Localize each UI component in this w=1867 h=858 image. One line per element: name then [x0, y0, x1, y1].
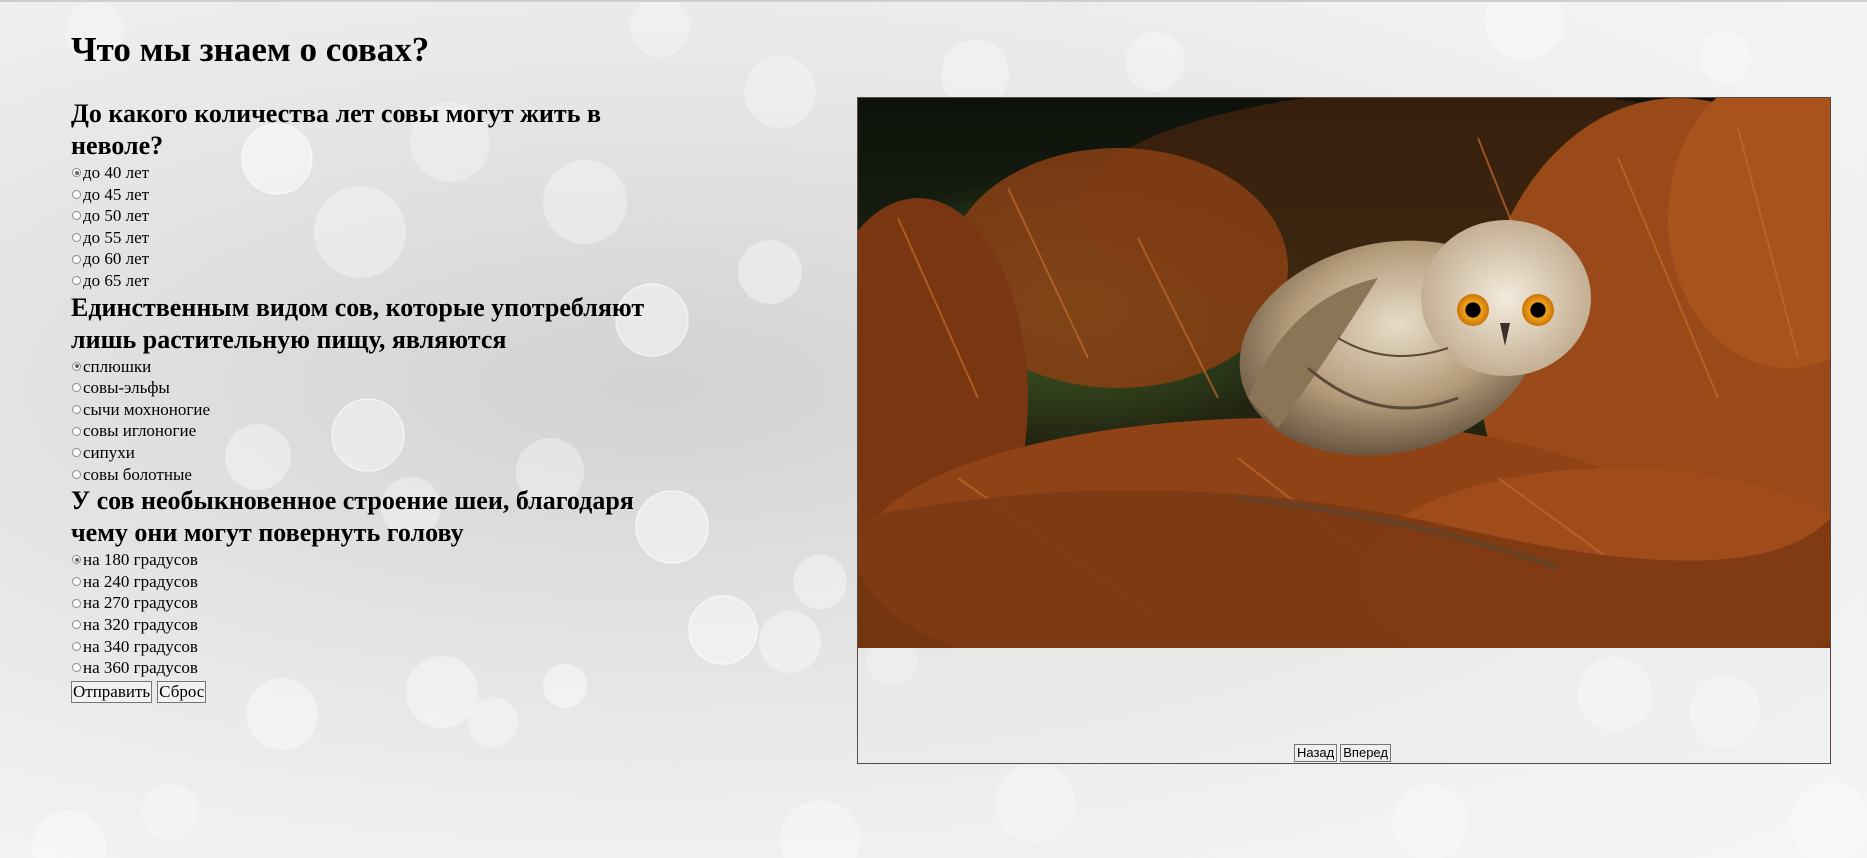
answer-option[interactable]: до 45 лет	[71, 184, 671, 206]
answer-label[interactable]: до 45 лет	[83, 184, 149, 206]
reset-button[interactable]: Сброс	[157, 680, 207, 703]
owl-photo	[858, 98, 1830, 648]
question-3-options: на 180 градусов на 240 градусов на 270 г…	[71, 549, 671, 679]
answer-label[interactable]: сычи мохноногие	[83, 399, 210, 421]
answer-option[interactable]: до 55 лет	[71, 227, 671, 249]
answer-option[interactable]: на 360 градусов	[71, 657, 671, 679]
answer-label[interactable]: на 270 градусов	[83, 592, 198, 614]
radio-button-selected[interactable]	[72, 361, 81, 371]
radio-button[interactable]	[72, 469, 81, 479]
radio-button[interactable]	[72, 211, 81, 221]
radio-button-selected[interactable]	[72, 555, 81, 565]
answer-label[interactable]: на 320 градусов	[83, 614, 198, 636]
answer-option[interactable]: на 180 градусов	[71, 549, 671, 571]
answer-label[interactable]: до 40 лет	[83, 162, 149, 184]
radio-button[interactable]	[72, 641, 81, 651]
answer-label[interactable]: до 60 лет	[83, 248, 149, 270]
radio-button[interactable]	[72, 448, 81, 458]
answer-label[interactable]: на 180 градусов	[83, 549, 198, 571]
answer-label[interactable]: сипухи	[83, 442, 135, 464]
question-2-options: сплюшки совы-эльфы сычи мохноногие совы …	[71, 356, 671, 486]
radio-button[interactable]	[72, 577, 81, 587]
radio-button[interactable]	[72, 254, 81, 264]
answer-label[interactable]: на 360 градусов	[83, 657, 198, 679]
radio-button[interactable]	[72, 663, 81, 673]
answer-option[interactable]: до 50 лет	[71, 205, 671, 227]
answer-option[interactable]: совы-эльфы	[71, 377, 671, 399]
answer-label[interactable]: до 55 лет	[83, 227, 149, 249]
question-1-options: до 40 лет до 45 лет до 50 лет до 55 лет …	[71, 162, 671, 292]
answer-option[interactable]: на 320 градусов	[71, 614, 671, 636]
answer-option[interactable]: сплюшки	[71, 356, 671, 378]
answer-option[interactable]: сипухи	[71, 442, 671, 464]
radio-button[interactable]	[72, 276, 81, 286]
answer-label[interactable]: на 340 градусов	[83, 636, 198, 658]
answer-label[interactable]: сплюшки	[83, 356, 151, 378]
question-block-2: Единственным видом сов, которые употребл…	[71, 292, 671, 486]
radio-button[interactable]	[72, 620, 81, 630]
question-3-text: У сов необыкновенное строение шеи, благо…	[71, 486, 634, 548]
question-block-3: У сов необыкновенное строение шеи, благо…	[71, 485, 671, 679]
answer-label[interactable]: совы иглоногие	[83, 420, 196, 442]
form-buttons: Отправить Сброс	[71, 680, 671, 703]
answer-option[interactable]: сычи мохноногие	[71, 399, 671, 421]
answer-option[interactable]: до 60 лет	[71, 248, 671, 270]
prev-slide-button[interactable]: Назад	[1294, 744, 1338, 762]
question-block-1: До какого количества лет совы могут жить…	[71, 98, 671, 292]
answer-option[interactable]: на 270 градусов	[71, 592, 671, 614]
radio-button[interactable]	[72, 383, 81, 393]
radio-button[interactable]	[72, 426, 81, 436]
answer-option[interactable]: совы болотные	[71, 464, 671, 486]
page-title: Что мы знаем о совах?	[71, 30, 430, 69]
answer-option[interactable]: до 40 лет	[71, 162, 671, 184]
answer-option[interactable]: до 65 лет	[71, 270, 671, 292]
question-1-text: До какого количества лет совы могут жить…	[71, 99, 601, 160]
answer-label[interactable]: до 65 лет	[83, 270, 149, 292]
image-slider: Назад Вперед	[857, 97, 1831, 764]
answer-label[interactable]: совы болотные	[83, 464, 192, 486]
answer-option[interactable]: на 340 градусов	[71, 636, 671, 658]
question-2-text: Единственным видом сов, которые употребл…	[71, 292, 645, 354]
answer-option[interactable]: на 240 градусов	[71, 571, 671, 593]
radio-button[interactable]	[72, 598, 81, 608]
answer-label[interactable]: до 50 лет	[83, 205, 149, 227]
radio-button[interactable]	[72, 233, 81, 243]
owl-quiz-form: До какого количества лет совы могут жить…	[71, 98, 671, 703]
submit-button[interactable]: Отправить	[71, 680, 153, 703]
answer-label[interactable]: на 240 градусов	[83, 571, 198, 593]
answer-option[interactable]: совы иглоногие	[71, 420, 671, 442]
radio-button-selected[interactable]	[72, 168, 81, 178]
radio-button[interactable]	[72, 189, 81, 199]
next-slide-button[interactable]: Вперед	[1340, 744, 1391, 762]
radio-button[interactable]	[72, 405, 81, 415]
slider-controls: Назад Вперед	[1294, 744, 1391, 762]
answer-label[interactable]: совы-эльфы	[83, 377, 170, 399]
